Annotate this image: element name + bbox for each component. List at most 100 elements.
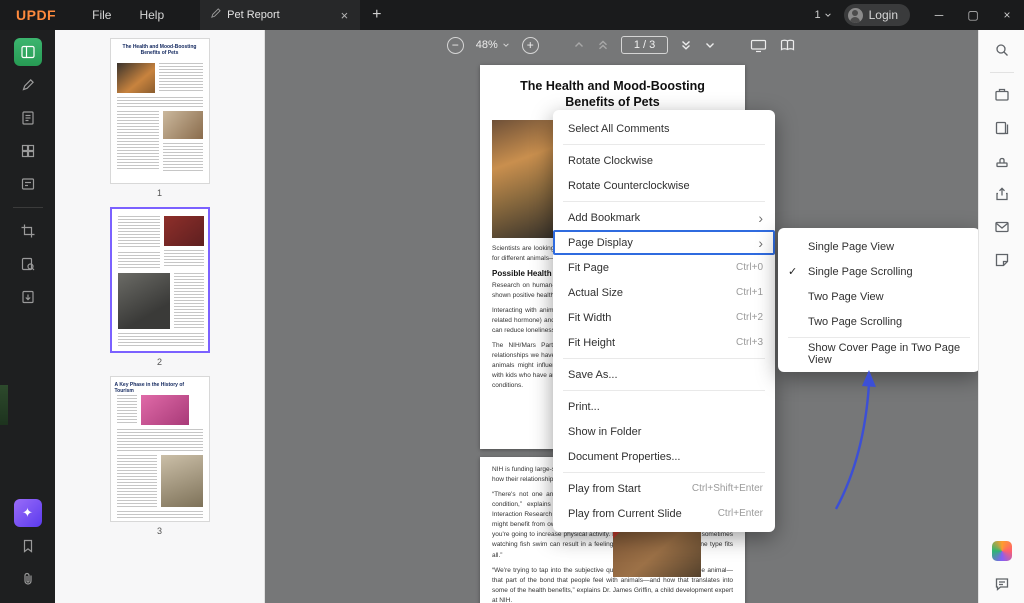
ai-assistant-icon[interactable]: ✦ bbox=[14, 499, 42, 527]
left-toolbar: ✦ bbox=[0, 30, 55, 603]
count-dropdown[interactable]: 1 bbox=[815, 9, 832, 21]
forms-icon[interactable] bbox=[14, 170, 42, 198]
ai-feature-icon[interactable] bbox=[991, 540, 1013, 562]
updf-app-window: UPDF File Help Pet Report × + 1 Login ─ … bbox=[0, 0, 1024, 603]
thumb3-text bbox=[117, 511, 203, 519]
zoom-in-button[interactable]: + bbox=[522, 37, 539, 54]
thumbnail-page-3[interactable]: A Key Phase in the History of Tourism 3 bbox=[108, 376, 212, 536]
search-icon[interactable] bbox=[991, 39, 1013, 61]
thumb1-text bbox=[117, 111, 159, 171]
mail-icon[interactable] bbox=[991, 216, 1013, 238]
menu-file[interactable]: File bbox=[78, 0, 125, 30]
menu-item-play-from-current-slide[interactable]: Play from Current Slide Ctrl+Enter bbox=[553, 501, 775, 526]
last-page-icon[interactable] bbox=[680, 39, 692, 51]
document-title: The Health and Mood-Boosting Benefits of… bbox=[506, 78, 719, 111]
submenu-item-label: Show Cover Page in Two Page View bbox=[808, 342, 970, 366]
maximize-button[interactable]: ▢ bbox=[956, 0, 990, 30]
attachments-icon[interactable] bbox=[14, 565, 42, 593]
thumbnail-page-2[interactable]: 2 bbox=[108, 207, 212, 367]
reader-panel-icon[interactable] bbox=[14, 38, 42, 66]
login-button[interactable]: Login bbox=[844, 4, 910, 26]
presentation-mode-icon[interactable] bbox=[750, 38, 767, 53]
menu-item-label: Document Properties... bbox=[568, 451, 681, 463]
document-tab[interactable]: Pet Report × bbox=[200, 0, 360, 30]
minimize-button[interactable]: ─ bbox=[922, 0, 956, 30]
menu-item-select-all-comments[interactable]: Select All Comments bbox=[553, 116, 775, 141]
rail-divider bbox=[990, 72, 1014, 73]
ocr-icon[interactable] bbox=[14, 250, 42, 278]
menu-item-show-in-folder[interactable]: Show in Folder bbox=[553, 419, 775, 444]
menu-item-document-properties[interactable]: Document Properties... bbox=[553, 444, 775, 469]
menu-item-save-as[interactable]: Save As... bbox=[553, 362, 775, 387]
pages-panel-icon[interactable] bbox=[991, 117, 1013, 139]
zoom-out-button[interactable]: − bbox=[447, 37, 464, 54]
menu-item-actual-size[interactable]: Actual Size Ctrl+1 bbox=[553, 280, 775, 305]
previous-page-icon[interactable] bbox=[573, 39, 585, 51]
zoom-level-dropdown[interactable]: 48% bbox=[476, 39, 510, 51]
check-icon: ✓ bbox=[788, 265, 797, 278]
submenu-item-label: Single Page Scrolling bbox=[808, 266, 913, 278]
thumb2-text bbox=[118, 216, 160, 248]
submenu-item-two-page-scrolling[interactable]: Two Page Scrolling bbox=[778, 309, 978, 334]
titlebar-right: 1 Login ─ ▢ × bbox=[815, 0, 1024, 30]
two-page-view-icon[interactable] bbox=[779, 38, 796, 53]
close-button[interactable]: × bbox=[990, 0, 1024, 30]
edit-text-icon[interactable] bbox=[14, 104, 42, 132]
thumb1-dog-photo bbox=[163, 111, 203, 139]
thumb2-text bbox=[174, 273, 204, 329]
sticky-note-icon[interactable] bbox=[991, 249, 1013, 271]
menu-item-label: Select All Comments bbox=[568, 123, 669, 135]
comments-panel-icon[interactable] bbox=[991, 573, 1013, 595]
menu-item-add-bookmark[interactable]: Add Bookmark › bbox=[553, 205, 775, 230]
menu-separator bbox=[563, 144, 765, 145]
submenu-item-show-cover-page-in-two-page-view[interactable]: Show Cover Page in Two Page View bbox=[778, 341, 978, 366]
chevron-down-icon bbox=[824, 11, 832, 19]
thumb1-cat-photo bbox=[117, 63, 155, 93]
submenu-item-single-page-scrolling[interactable]: ✓ Single Page Scrolling bbox=[778, 259, 978, 284]
menu-item-rotate-clockwise[interactable]: Rotate Clockwise bbox=[553, 148, 775, 173]
menu-separator bbox=[788, 337, 970, 338]
menu-item-rotate-counterclockwise[interactable]: Rotate Counterclockwise bbox=[553, 173, 775, 198]
next-page-icon[interactable] bbox=[704, 39, 716, 51]
menu-item-fit-page[interactable]: Fit Page Ctrl+0 bbox=[553, 255, 775, 280]
export-pages-icon[interactable] bbox=[14, 283, 42, 311]
thumb1-text bbox=[117, 97, 203, 107]
submenu-item-label: Two Page Scrolling bbox=[808, 316, 902, 328]
organize-pages-icon[interactable] bbox=[14, 137, 42, 165]
view-toolbar: − 48% + 1 / 3 bbox=[265, 30, 978, 60]
menu-item-label: Show in Folder bbox=[568, 426, 641, 438]
first-page-icon[interactable] bbox=[597, 39, 609, 51]
toolbox-icon[interactable] bbox=[991, 84, 1013, 106]
annotate-icon[interactable] bbox=[14, 71, 42, 99]
thumb2-photo bbox=[164, 216, 204, 246]
page-display-submenu: Single Page View ✓ Single Page Scrolling… bbox=[778, 228, 978, 372]
background-window-sliver bbox=[0, 385, 8, 425]
submenu-item-two-page-view[interactable]: Two Page View bbox=[778, 284, 978, 309]
submenu-item-single-page-view[interactable]: Single Page View bbox=[778, 234, 978, 259]
crop-icon[interactable] bbox=[14, 217, 42, 245]
context-menu: Select All Comments Rotate Clockwise Rot… bbox=[553, 110, 775, 532]
window-controls: ─ ▢ × bbox=[922, 0, 1024, 30]
thumb3-text bbox=[117, 429, 203, 451]
tab-edit-icon bbox=[210, 8, 221, 22]
menu-item-fit-width[interactable]: Fit Width Ctrl+2 bbox=[553, 305, 775, 330]
new-tab-button[interactable]: + bbox=[360, 6, 393, 24]
thumbnail-page-1[interactable]: The Health and Mood-Boosting Benefits of… bbox=[108, 38, 212, 198]
menu-item-page-display[interactable]: Page Display › bbox=[553, 230, 775, 255]
page-number-label: 1 bbox=[108, 188, 212, 198]
page-number-label: 3 bbox=[108, 526, 212, 536]
stamps-panel-icon[interactable] bbox=[991, 150, 1013, 172]
tab-title: Pet Report bbox=[227, 9, 332, 21]
menu-item-print[interactable]: Print... bbox=[553, 394, 775, 419]
menu-item-label: Print... bbox=[568, 401, 600, 413]
menu-item-fit-height[interactable]: Fit Height Ctrl+3 bbox=[553, 330, 775, 355]
menu-help[interactable]: Help bbox=[125, 0, 178, 30]
menu-item-play-from-start[interactable]: Play from Start Ctrl+Shift+Enter bbox=[553, 476, 775, 501]
bookmarks-icon[interactable] bbox=[14, 532, 42, 560]
thumb2-text bbox=[164, 250, 204, 268]
avatar bbox=[848, 8, 863, 23]
page-number-input[interactable]: 1 / 3 bbox=[621, 36, 668, 54]
submenu-item-label: Single Page View bbox=[808, 241, 894, 253]
tab-close-icon[interactable]: × bbox=[339, 8, 351, 23]
share-icon[interactable] bbox=[991, 183, 1013, 205]
